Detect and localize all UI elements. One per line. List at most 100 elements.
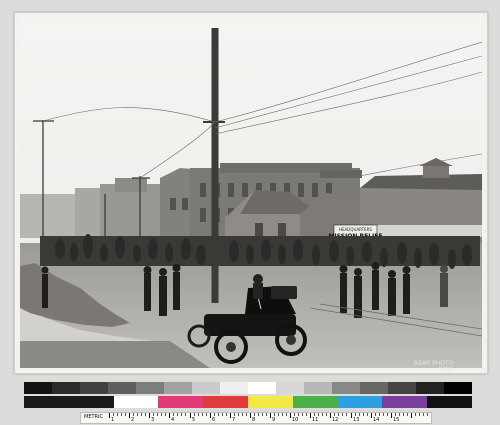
ruler-number: 6 xyxy=(212,417,216,423)
crowd xyxy=(40,234,480,269)
ruler-tick xyxy=(310,413,311,418)
gray-patch xyxy=(136,382,164,394)
street-scene: HEADQUARTERS MISSION RELIEF xyxy=(20,18,482,368)
color-patch xyxy=(68,396,114,408)
ruler-tick xyxy=(371,413,372,418)
sign-line-1: HEADQUARTERS xyxy=(339,227,372,232)
ruler-minor-tick xyxy=(161,413,162,416)
ruler-minor-tick xyxy=(306,413,307,416)
ruler-minor-tick xyxy=(278,413,279,416)
gray-patch xyxy=(248,382,276,394)
ruler-minor-tick xyxy=(258,413,259,416)
ruler-minor-tick xyxy=(407,413,408,416)
ruler-minor-tick xyxy=(355,413,356,416)
ruler-tick xyxy=(149,413,150,418)
gray-patch xyxy=(108,382,136,394)
gray-patch xyxy=(80,382,108,394)
ruler-number: 13 xyxy=(353,417,360,423)
ruler-number: 10 xyxy=(292,417,299,423)
ruler-minor-tick xyxy=(218,413,219,416)
ruler-minor-tick xyxy=(145,413,146,416)
color-patch xyxy=(337,396,383,408)
ruler-minor-tick xyxy=(181,413,182,416)
ruler-minor-tick xyxy=(294,413,295,416)
ruler-minor-tick xyxy=(117,413,118,416)
gray-patch xyxy=(444,382,472,394)
ruler-minor-tick xyxy=(153,413,154,416)
ruler-minor-tick xyxy=(194,413,195,416)
ruler-number: 11 xyxy=(312,417,319,423)
ruler-minor-tick xyxy=(226,413,227,416)
gray-patch xyxy=(304,382,332,394)
historic-photograph: HEADQUARTERS MISSION RELIEF xyxy=(14,12,488,374)
color-patch xyxy=(158,396,204,408)
ruler-minor-tick xyxy=(165,413,166,416)
color-patch xyxy=(203,396,248,408)
ruler-number: 5 xyxy=(192,417,196,423)
color-patch xyxy=(292,396,338,408)
ruler-minor-tick xyxy=(359,413,360,416)
ruler-tick xyxy=(250,413,251,418)
ruler-number: 8 xyxy=(252,417,256,423)
metric-ruler: METRIC 1 2 3 4 5 6 7 8 9 10 11 12 13 14 15 xyxy=(80,412,432,424)
ruler-number: 7 xyxy=(232,417,236,423)
color-patch xyxy=(113,396,159,408)
ruler-minor-tick xyxy=(419,413,420,416)
gray-scale-row xyxy=(24,382,472,394)
ruler-minor-tick xyxy=(314,413,315,416)
ruler-tick xyxy=(210,413,211,418)
ruler-minor-tick xyxy=(383,413,384,416)
color-patch-row xyxy=(24,396,472,408)
gray-patch xyxy=(360,382,388,394)
gray-patch xyxy=(276,382,304,394)
color-patch xyxy=(382,396,428,408)
ruler-minor-tick xyxy=(399,413,400,416)
ruler-minor-tick xyxy=(133,413,134,416)
ruler-minor-tick xyxy=(427,413,428,416)
ruler-tick xyxy=(411,413,412,418)
ruler-minor-tick xyxy=(379,413,380,416)
ruler-minor-tick xyxy=(367,413,368,416)
ruler-tick xyxy=(230,413,231,418)
ruler-minor-tick xyxy=(286,413,287,416)
gray-patch xyxy=(24,382,52,394)
gray-patch xyxy=(220,382,248,394)
ruler-number: 15 xyxy=(393,417,400,423)
ruler-number: 2 xyxy=(131,417,135,423)
ruler-minor-tick xyxy=(222,413,223,416)
ruler-minor-tick xyxy=(254,413,255,416)
ruler-tick xyxy=(190,413,191,418)
ruler-minor-tick xyxy=(125,413,126,416)
ruler-minor-tick xyxy=(242,413,243,416)
ruler-minor-tick xyxy=(298,413,299,416)
gray-patch xyxy=(388,382,416,394)
color-patch xyxy=(247,396,293,408)
ruler-minor-tick xyxy=(185,413,186,416)
gray-patch xyxy=(416,382,444,394)
ruler-minor-tick xyxy=(282,413,283,416)
ruler-minor-tick xyxy=(246,413,247,416)
ruler-minor-tick xyxy=(206,413,207,416)
color-calibration-target: METRIC 1 2 3 4 5 6 7 8 9 10 11 12 13 14 15 xyxy=(24,382,472,424)
ruler-minor-tick xyxy=(338,413,339,416)
ruler-minor-tick xyxy=(274,413,275,416)
ruler-minor-tick xyxy=(363,413,364,416)
ruler-tick xyxy=(270,413,271,418)
ruler-number: 3 xyxy=(151,417,155,423)
ruler-minor-tick xyxy=(266,413,267,416)
ruler-number: 9 xyxy=(272,417,276,423)
gray-patch xyxy=(52,382,80,394)
ruler-minor-tick xyxy=(342,413,343,416)
ruler-minor-tick xyxy=(415,413,416,416)
ruler-minor-tick xyxy=(262,413,263,416)
ruler-minor-tick xyxy=(157,413,158,416)
ruler-tick xyxy=(290,413,291,418)
ruler-minor-tick xyxy=(403,413,404,416)
ruler-minor-tick xyxy=(113,413,114,416)
gray-patch xyxy=(192,382,220,394)
ruler-minor-tick xyxy=(334,413,335,416)
ruler-minor-tick xyxy=(346,413,347,416)
ruler-minor-tick xyxy=(238,413,239,416)
ruler-label: METRIC xyxy=(84,414,103,420)
ruler-minor-tick xyxy=(318,413,319,416)
